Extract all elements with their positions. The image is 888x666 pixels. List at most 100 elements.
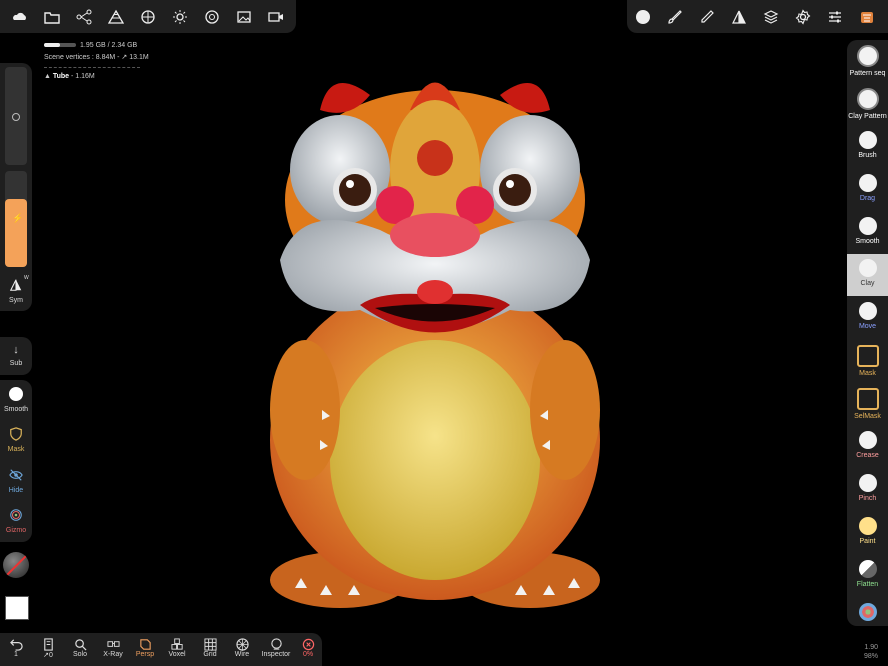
tool-label: Crease (856, 452, 879, 459)
color-swatch[interactable] (5, 596, 29, 620)
tool-label: Drag (859, 195, 876, 202)
grid-button[interactable]: Grid (194, 637, 226, 658)
flatten-icon (858, 560, 877, 578)
paint-brush-icon[interactable] (659, 0, 691, 33)
tool-gizmo[interactable] (847, 598, 888, 640)
subdivide-panel: ↓ Sub (0, 337, 32, 375)
left-tool-label: Smooth (3, 406, 29, 413)
clay-pattern-icon (856, 88, 879, 110)
zero-percent-button[interactable]: 0% (292, 637, 324, 658)
left-tool-label: Mask (7, 446, 25, 453)
material-icon[interactable] (132, 0, 164, 33)
tool-drag[interactable]: Drag (847, 169, 888, 211)
symmetry-icon[interactable] (723, 0, 755, 33)
cloud-icon[interactable] (4, 0, 36, 33)
undo-button[interactable]: 1 (0, 637, 32, 658)
brush-icon (858, 131, 877, 149)
tool-clay-pattern[interactable]: Clay Pattern (847, 83, 888, 125)
perspective-icon (129, 637, 161, 651)
tool-flatten[interactable]: Flatten (847, 555, 888, 597)
history-button[interactable]: ↗0 (32, 637, 64, 659)
object-row[interactable]: ▲ Tube - 1.16M (44, 71, 149, 83)
left-tool-gizmo[interactable]: Gizmo (0, 505, 32, 534)
app-icon[interactable] (851, 0, 883, 33)
inspector-icon (258, 637, 294, 651)
crease-icon (858, 431, 877, 449)
object-name: Tube (52, 73, 70, 80)
left-tool-hide[interactable]: Hide (0, 465, 32, 494)
voxel-button[interactable]: Voxel (161, 637, 193, 658)
bottom-label: Solo (72, 651, 87, 658)
no-material-slash-icon (3, 552, 29, 578)
left-tool-mask[interactable]: Mask (0, 424, 32, 453)
top-right-toolbar (627, 0, 888, 33)
xray-button[interactable]: X-Ray (97, 637, 129, 658)
scene-graph-icon[interactable] (68, 0, 100, 33)
perspective-button[interactable]: Persp (129, 637, 161, 658)
3d-viewport[interactable] (260, 60, 610, 610)
memory-row: 1.95 GB / 2.34 GB (44, 40, 149, 52)
right-tools-panel: Pattern seq Clay Pattern Brush Drag Smoo… (847, 40, 888, 626)
object-vertices: - 1.16M (71, 73, 95, 80)
tool-selmask[interactable]: SelMask (847, 383, 888, 425)
tool-clay[interactable]: Clay (847, 254, 888, 296)
divider (44, 67, 140, 68)
settings-icon[interactable] (787, 0, 819, 33)
layers-icon[interactable] (755, 0, 787, 33)
gizmo-icon (6, 505, 26, 525)
lightning-icon: ⚡ (12, 213, 24, 223)
bottom-label: Voxel (168, 651, 186, 658)
video-icon[interactable] (260, 0, 292, 33)
sub-label: Sub (9, 360, 23, 367)
tool-pinch[interactable]: Pinch (847, 469, 888, 511)
image-icon[interactable] (228, 0, 260, 33)
pinch-icon (858, 474, 877, 492)
history-icon (32, 637, 64, 651)
slider-knob-icon (12, 113, 20, 121)
bottom-toolbar: 1 ↗0 Solo X-Ray Persp Voxel Grid Wire In… (0, 633, 322, 666)
tool-paint[interactable]: Paint (847, 512, 888, 554)
tool-pattern-seq[interactable]: Pattern seq (847, 40, 888, 82)
intensity-slider[interactable]: ⚡ (5, 171, 27, 267)
solo-icon (64, 637, 96, 651)
tool-label: Paint (859, 538, 876, 545)
sculpt-model-lion (270, 82, 600, 608)
tool-smooth[interactable]: Smooth (847, 212, 888, 254)
symmetry-icon (6, 275, 26, 295)
brush-sphere-icon[interactable] (627, 0, 659, 33)
material-swatch[interactable] (3, 552, 29, 578)
inspector-button[interactable]: Inspector (258, 637, 294, 658)
camera-icon[interactable] (196, 0, 228, 33)
bottom-label: Grid (203, 651, 217, 658)
light-icon[interactable] (164, 0, 196, 33)
sliders-icon[interactable] (819, 0, 851, 33)
dropper-icon[interactable] (691, 0, 723, 33)
arrow-down-icon: ↓ (13, 344, 19, 356)
intensity-fill (5, 199, 27, 267)
mask-icon (856, 345, 879, 367)
wireframe-icon (226, 637, 258, 651)
bottom-label: X-Ray (103, 651, 123, 658)
left-tool-smooth[interactable]: Smooth (0, 384, 32, 413)
radius-slider[interactable] (5, 67, 27, 165)
gizmo-icon (858, 603, 877, 621)
tool-move[interactable]: Move (847, 297, 888, 339)
tool-mask[interactable]: Mask (847, 340, 888, 382)
symmetry-toggle[interactable]: Sym W (0, 275, 32, 304)
memory-text: 1.95 GB / 2.34 GB (80, 42, 138, 49)
sym-label: Sym (9, 297, 23, 304)
tool-label: Mask (859, 370, 876, 377)
left-slider-panel: ⚡ Sym W (0, 63, 32, 311)
tool-brush[interactable]: Brush (847, 126, 888, 168)
smooth-icon (858, 217, 877, 235)
wireframe-button[interactable]: Wire (226, 637, 258, 658)
tool-crease[interactable]: Crease (847, 426, 888, 468)
folder-icon[interactable] (36, 0, 68, 33)
subdivide-button[interactable]: ↓ Sub (0, 342, 32, 367)
tool-label: Clay (860, 280, 875, 287)
left-tool-label: Hide (8, 487, 24, 494)
solo-button[interactable]: Solo (64, 637, 96, 658)
scene-vertices: Scene vertices : 8.84M - ↗ 13.1M (44, 54, 149, 61)
hide-eye-icon (6, 465, 26, 485)
topology-icon[interactable] (100, 0, 132, 33)
